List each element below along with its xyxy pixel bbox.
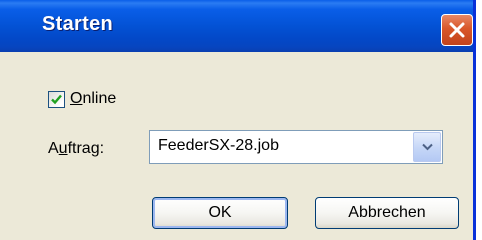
online-checkbox-label: Online bbox=[70, 90, 116, 108]
job-field-label: Auftrag: bbox=[48, 140, 104, 158]
start-dialog: Starten Online Auftrag: FeederSX-28.job … bbox=[0, 0, 476, 240]
title-bar[interactable]: Starten bbox=[0, 0, 473, 52]
job-label-prefix: A bbox=[48, 140, 59, 157]
online-checkbox[interactable] bbox=[48, 91, 65, 108]
cancel-button[interactable]: Abbrechen bbox=[315, 197, 459, 229]
close-button[interactable] bbox=[441, 14, 473, 46]
checkmark-icon bbox=[51, 94, 62, 105]
job-select-value: FeederSX-28.job bbox=[158, 137, 279, 154]
ok-button[interactable]: OK bbox=[152, 197, 288, 229]
online-label-mnemonic: O bbox=[70, 90, 83, 107]
close-icon bbox=[449, 22, 465, 38]
job-label-mnemonic: u bbox=[58, 140, 68, 157]
job-select-dropdown-button[interactable] bbox=[413, 132, 441, 162]
job-select[interactable]: FeederSX-28.job bbox=[149, 130, 443, 164]
online-label-text: nline bbox=[82, 90, 117, 107]
chevron-down-icon bbox=[422, 143, 433, 151]
dialog-title: Starten bbox=[42, 13, 114, 35]
job-label-text: ftrag: bbox=[67, 140, 105, 157]
